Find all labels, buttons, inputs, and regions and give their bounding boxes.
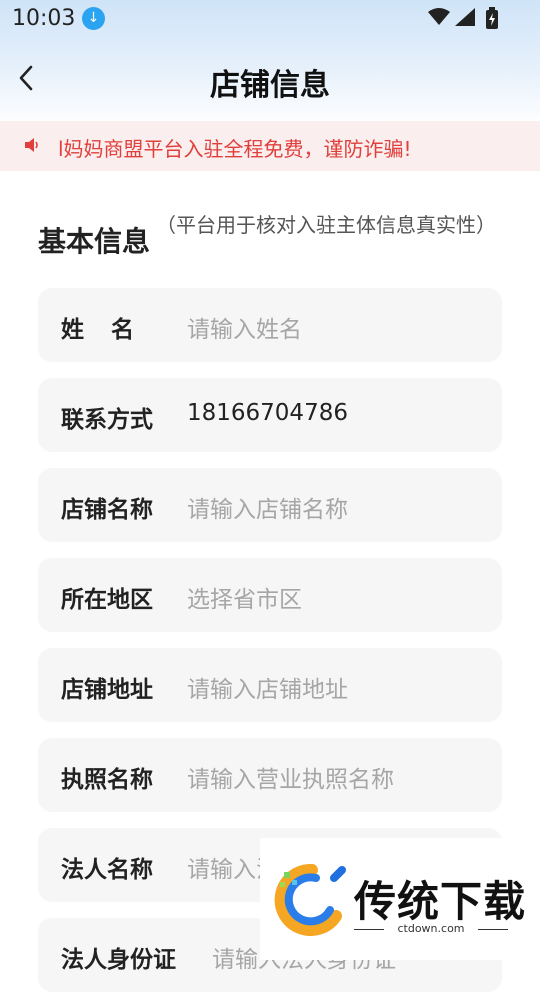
status-time: 10:03 xyxy=(12,6,76,31)
name-field[interactable]: 姓名 请输入姓名 xyxy=(38,288,502,362)
page-title: 店铺信息 xyxy=(210,68,330,103)
shop-address-input[interactable]: 请输入店铺地址 xyxy=(187,670,348,704)
field-label: 店铺地址 xyxy=(61,677,153,703)
field-label: 联系方式 xyxy=(61,407,153,433)
shop-name-field[interactable]: 店铺名称 请输入店铺名称 xyxy=(38,468,502,542)
phone-input[interactable]: 18166704786 xyxy=(187,400,348,426)
field-label: 执照名称 xyxy=(61,767,153,793)
shop-name-input[interactable]: 请输入店铺名称 xyxy=(187,490,348,524)
field-label: 法人名称 xyxy=(61,857,153,883)
download-icon: ↓ xyxy=(82,7,105,30)
shop-address-field[interactable]: 店铺地址 请输入店铺地址 xyxy=(38,648,502,722)
watermark: 传统下载 ctdown.com xyxy=(260,838,540,960)
notice-text: l妈妈商盟平台入驻全程免费，谨防诈骗! xyxy=(58,137,412,161)
section-header: 基本信息 （平台用于核对入驻主体信息真实性） xyxy=(38,212,508,272)
wifi-icon xyxy=(428,8,450,25)
name-input[interactable]: 请输入姓名 xyxy=(187,310,302,344)
region-field[interactable]: 所在地区 选择省市区 xyxy=(38,558,502,632)
license-name-field[interactable]: 执照名称 请输入营业执照名称 xyxy=(38,738,502,812)
battery-icon xyxy=(486,7,498,29)
field-label: 法人身份证 xyxy=(61,947,176,973)
speaker-icon xyxy=(25,138,38,152)
watermark-text: 传统下载 xyxy=(354,877,527,926)
notice-banner: l妈妈商盟平台入驻全程免费，谨防诈骗! xyxy=(0,121,540,171)
status-bar: 10:03 ↓ xyxy=(0,0,540,38)
field-label: 姓名 xyxy=(61,317,161,343)
phone-field[interactable]: 联系方式 18166704786 xyxy=(38,378,502,452)
field-label: 店铺名称 xyxy=(61,497,153,523)
license-name-input[interactable]: 请输入营业执照名称 xyxy=(187,760,394,794)
section-subtitle: （平台用于核对入驻主体信息真实性） xyxy=(156,213,496,237)
section-title: 基本信息 xyxy=(38,225,151,258)
nav-bar: 店铺信息 xyxy=(0,48,540,108)
signal-icon xyxy=(455,8,475,26)
field-label: 所在地区 xyxy=(61,587,153,613)
watermark-logo-icon xyxy=(274,864,346,936)
region-select[interactable]: 选择省市区 xyxy=(187,580,302,614)
watermark-divider xyxy=(478,929,508,930)
